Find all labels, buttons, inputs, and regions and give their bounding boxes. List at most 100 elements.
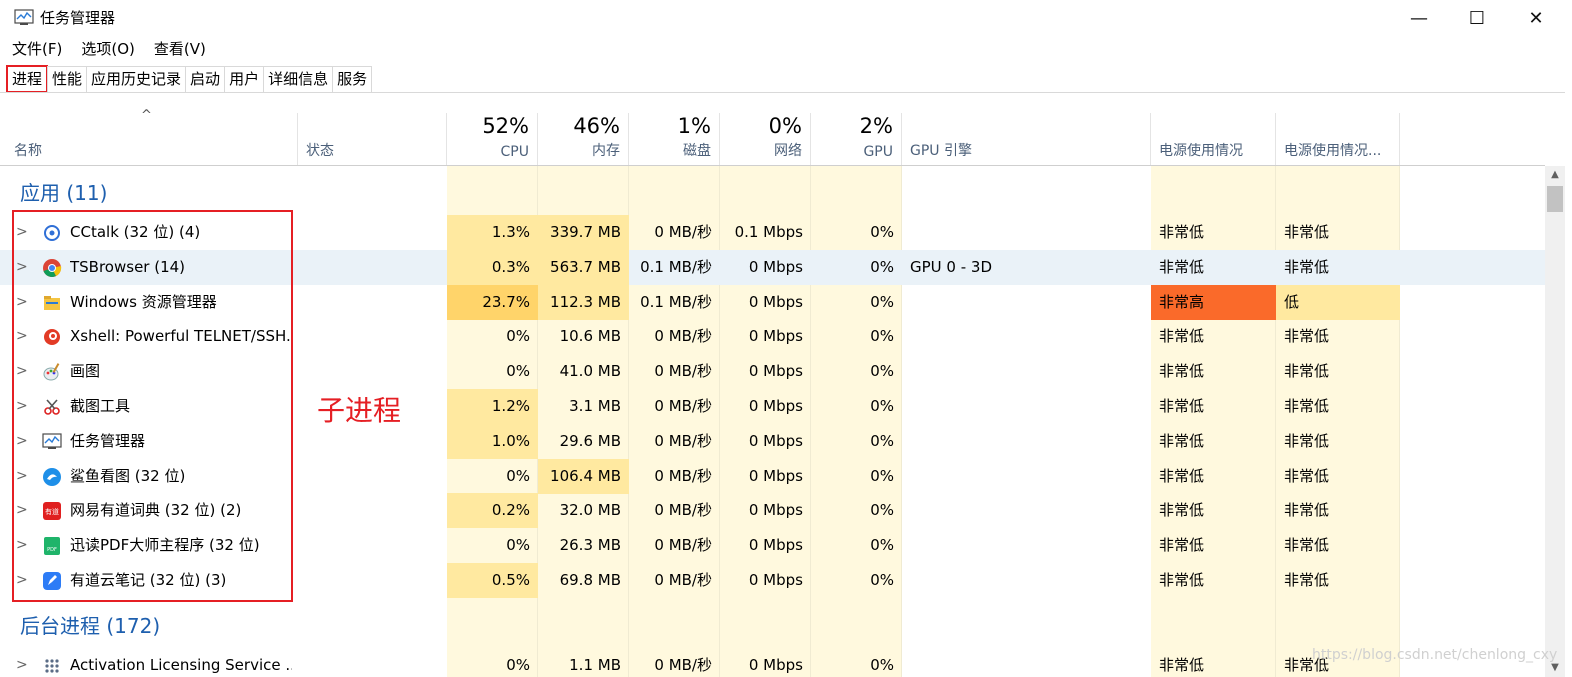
group-background[interactable]: 后台进程 (172) xyxy=(20,611,160,641)
gpu-engine-cell xyxy=(902,285,1151,320)
header-power-trend[interactable]: 电源使用情况... xyxy=(1276,113,1400,166)
window-edge xyxy=(1565,0,1572,677)
memory-cell: 26.3 MB xyxy=(559,536,621,555)
gpu-engine-cell xyxy=(902,354,1151,389)
power-cell: 非常低 xyxy=(1159,223,1205,241)
watermark: https://blog.csdn.net/chenlong_cxy xyxy=(1312,647,1558,663)
cpu-cell: 0% xyxy=(506,466,530,485)
power-trend-cell: 非常低 xyxy=(1276,249,1400,285)
annotation-label: 子进程 xyxy=(317,394,402,427)
menu-view[interactable]: 查看(V) xyxy=(148,38,212,62)
disk-cell: 0 MB/秒 xyxy=(654,223,712,241)
network-cell: 0 Mbps xyxy=(748,466,803,485)
title-bar: 任务管理器 — ☐ ✕ xyxy=(0,0,1572,36)
header-disk-label: 磁盘 xyxy=(683,143,711,159)
gpu-engine-cell xyxy=(902,528,1151,563)
memory-cell: 112.3 MB xyxy=(538,284,629,320)
gpu-cell: 0% xyxy=(870,292,894,311)
memory-total: 46% xyxy=(573,114,620,138)
network-cell: 0 Mbps xyxy=(748,536,803,555)
header-power-trend-label: 电源使用情况... xyxy=(1284,143,1382,159)
memory-cell: 106.4 MB xyxy=(538,458,629,494)
header-cpu[interactable]: 52% CPU xyxy=(447,113,538,166)
tab-users[interactable]: 用户 xyxy=(224,66,265,92)
cpu-cell: 0% xyxy=(506,327,530,346)
cpu-cell: 23.7% xyxy=(447,284,538,320)
tab-details[interactable]: 详细信息 xyxy=(263,66,334,92)
cpu-cell: 0% xyxy=(506,362,530,381)
group-apps[interactable]: 应用 (11) xyxy=(20,178,107,208)
power-trend-cell: 非常低 xyxy=(1284,431,1330,450)
header-gpu[interactable]: 2% GPU xyxy=(811,113,902,166)
header-gpu-engine-label: GPU 引擎 xyxy=(910,143,972,159)
cpu-cell: 1.2% xyxy=(447,389,538,424)
disk-cell: 0 MB/秒 xyxy=(654,536,712,555)
disk-cell: 0 MB/秒 xyxy=(654,501,712,520)
header-power[interactable]: 电源使用情况 xyxy=(1151,113,1276,166)
header-power-label: 电源使用情况 xyxy=(1159,143,1243,159)
cpu-cell: 0% xyxy=(506,536,530,555)
power-cell: 非常低 xyxy=(1159,327,1205,346)
menu-options[interactable]: 选项(O) xyxy=(75,38,141,62)
header-disk[interactable]: 1% 磁盘 xyxy=(629,113,720,166)
header-memory-label: 内存 xyxy=(592,143,620,159)
memory-cell: 3.1 MB xyxy=(569,397,621,415)
close-button[interactable]: ✕ xyxy=(1507,0,1565,36)
vertical-scrollbar[interactable]: ▲ ▼ xyxy=(1545,166,1565,677)
gpu-cell: 0% xyxy=(870,362,894,381)
disk-cell: 0.1 MB/秒 xyxy=(629,249,720,285)
header-status-label: 状态 xyxy=(306,143,334,159)
memory-cell: 339.7 MB xyxy=(538,215,629,250)
power-cell: 非常低 xyxy=(1159,501,1205,520)
gpu-cell: 0% xyxy=(870,656,894,674)
disk-cell: 0 MB/秒 xyxy=(654,362,712,381)
network-total: 0% xyxy=(768,114,802,138)
gpu-engine-cell xyxy=(902,563,1151,598)
tab-processes[interactable]: 进程 xyxy=(6,65,49,93)
header-status[interactable]: 状态 xyxy=(298,113,447,166)
gpu-cell: 0% xyxy=(870,397,894,415)
network-cell: 0 Mbps xyxy=(720,249,811,285)
tab-startup[interactable]: 启动 xyxy=(185,66,226,92)
header-name[interactable]: 名称 xyxy=(0,113,298,166)
gpu-cell: 0% xyxy=(870,501,894,520)
expand-chevron-icon[interactable]: > xyxy=(16,648,30,677)
power-cell: 非常低 xyxy=(1159,466,1205,485)
scroll-thumb[interactable] xyxy=(1547,186,1563,212)
network-cell: 0 Mbps xyxy=(748,397,803,415)
header-network[interactable]: 0% 网络 xyxy=(720,113,811,166)
gpu-engine-cell xyxy=(902,493,1151,528)
gpu-cell: 0% xyxy=(870,571,894,589)
power-trend-cell: 非常低 xyxy=(1284,223,1330,241)
power-cell: 非常低 xyxy=(1159,362,1205,381)
memory-cell: 29.6 MB xyxy=(559,431,621,450)
gpu-cell: 0% xyxy=(870,223,894,241)
menu-file[interactable]: 文件(F) xyxy=(6,38,68,62)
maximize-button[interactable]: ☐ xyxy=(1448,0,1506,36)
scroll-up-icon[interactable]: ▲ xyxy=(1545,166,1565,184)
gpu-cell: 0% xyxy=(870,536,894,555)
header-gpu-engine[interactable]: GPU 引擎 xyxy=(902,113,1151,166)
network-cell: 0.1 Mbps xyxy=(734,223,803,241)
network-cell: 0 Mbps xyxy=(748,327,803,346)
process-name: Activation Licensing Service ... xyxy=(70,656,292,674)
memory-cell: 69.8 MB xyxy=(559,571,621,589)
disk-cell: 0 MB/秒 xyxy=(654,327,712,346)
gpu-cell: 0% xyxy=(870,466,894,485)
network-cell: 0 Mbps xyxy=(748,292,803,311)
service-icon xyxy=(42,656,62,676)
tab-performance[interactable]: 性能 xyxy=(47,66,88,92)
disk-cell: 0 MB/秒 xyxy=(654,431,712,450)
power-cell: 非常高 xyxy=(1151,284,1276,320)
minimize-button[interactable]: — xyxy=(1390,0,1448,36)
header-memory[interactable]: 46% 内存 xyxy=(538,113,629,166)
network-cell: 0 Mbps xyxy=(748,362,803,381)
tab-services[interactable]: 服务 xyxy=(332,66,373,92)
column-header: ^ 名称 状态 52% CPU 46% 内存 1% 磁盘 0% 网络 2% GP… xyxy=(0,93,1545,166)
disk-cell: 0 MB/秒 xyxy=(654,571,712,589)
power-trend-cell: 非常低 xyxy=(1284,327,1330,346)
gpu-engine-cell: GPU 0 - 3D xyxy=(902,249,1151,285)
window-title: 任务管理器 xyxy=(40,9,116,27)
annotation-box xyxy=(12,210,293,602)
tab-app-history[interactable]: 应用历史记录 xyxy=(86,66,187,92)
